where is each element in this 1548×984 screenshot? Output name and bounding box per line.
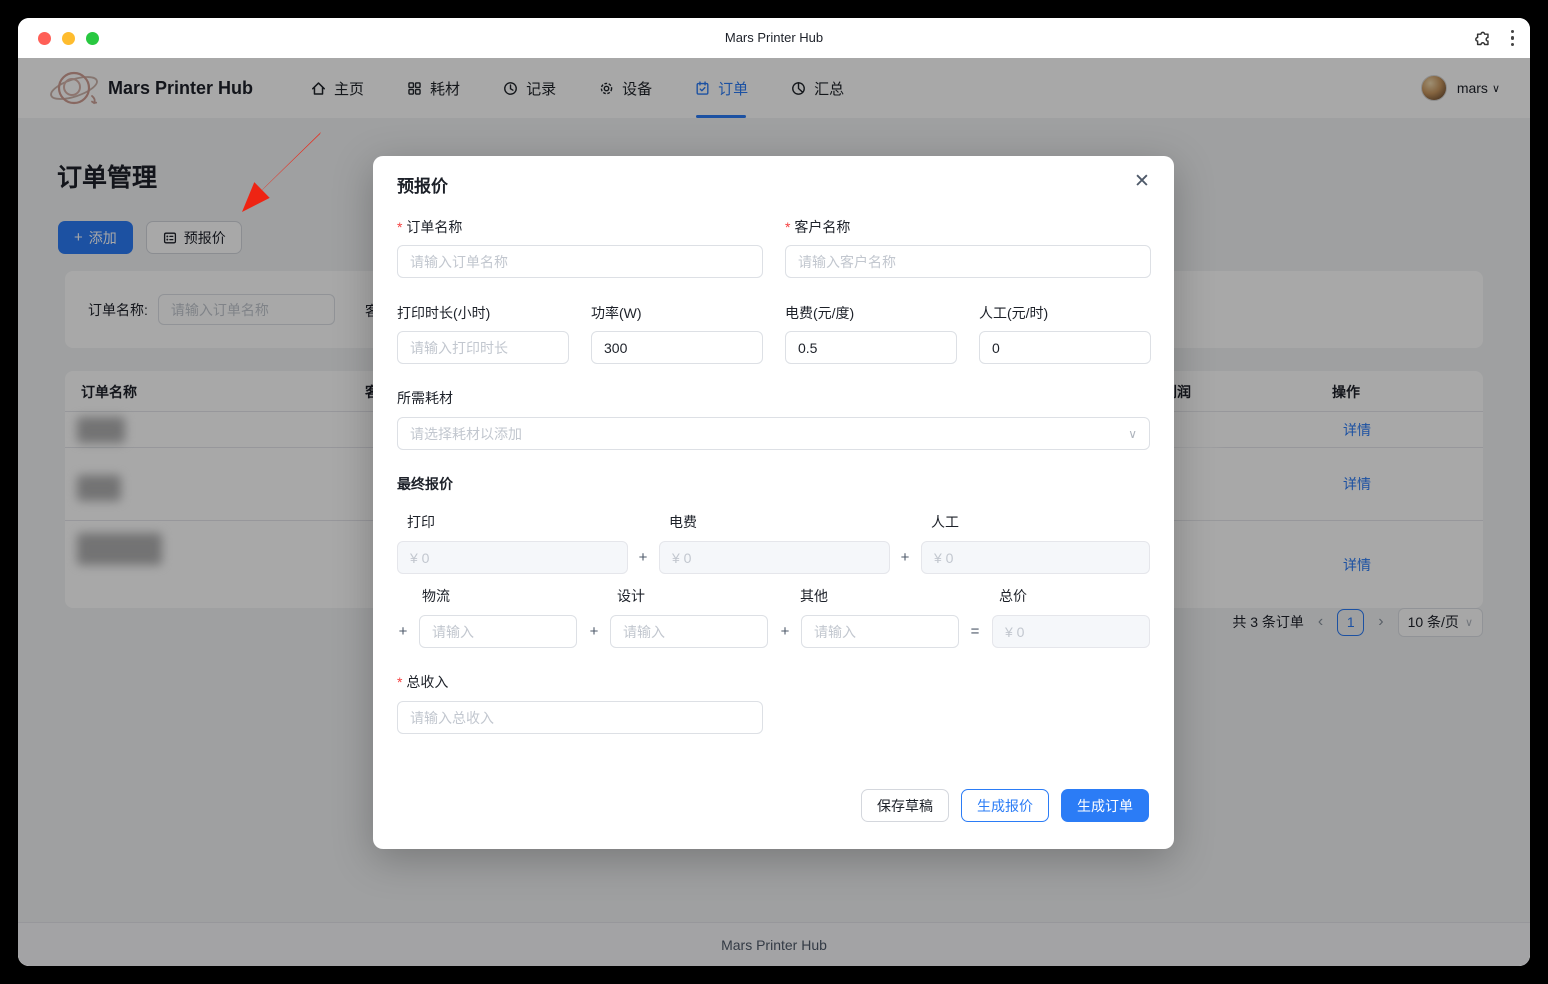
modal-title: 预报价 xyxy=(397,172,448,197)
plus-operator: + xyxy=(395,623,411,640)
page: Mars Printer Hub 主页 耗材 记录 设备 xyxy=(18,58,1530,966)
plus-operator: + xyxy=(897,549,913,566)
annotation-arrow xyxy=(218,126,338,231)
browser-window: Mars Printer Hub Mars Print xyxy=(18,18,1530,966)
customer-name-input[interactable] xyxy=(785,245,1151,278)
chevron-down-icon: ∨ xyxy=(1128,427,1137,441)
labor-rate-input[interactable] xyxy=(979,331,1151,364)
window-title: Mars Printer Hub xyxy=(18,18,1530,58)
save-draft-button[interactable]: 保存草稿 xyxy=(861,789,949,822)
labor-cost-label: 人工 xyxy=(931,512,959,532)
total-price-input xyxy=(992,615,1150,648)
other-input[interactable] xyxy=(801,615,959,648)
order-name-label: 订单名称 xyxy=(397,217,462,237)
power-input[interactable] xyxy=(591,331,763,364)
electricity-rate-input[interactable] xyxy=(785,331,957,364)
labor-cost-input xyxy=(921,541,1150,574)
extensions-icon[interactable] xyxy=(1473,29,1491,47)
total-price-label: 总价 xyxy=(999,586,1027,606)
electricity-cost-label: 电费 xyxy=(669,512,697,532)
titlebar: Mars Printer Hub xyxy=(18,18,1530,58)
final-quote-section-label: 最终报价 xyxy=(397,474,453,494)
logistics-input[interactable] xyxy=(419,615,577,648)
materials-select[interactable]: 请选择耗材以添加 ∨ xyxy=(397,417,1150,450)
plus-operator: + xyxy=(635,549,651,566)
print-hours-input[interactable] xyxy=(397,331,569,364)
print-cost-input xyxy=(397,541,628,574)
plus-operator: + xyxy=(586,623,602,640)
total-income-input[interactable] xyxy=(397,701,763,734)
print-hours-label: 打印时长(小时) xyxy=(397,303,490,323)
pre-quote-modal: 预报价 ✕ 订单名称 客户名称 打印时长(小时) 功率(W) 电费(元/度) 人… xyxy=(373,156,1174,849)
plus-operator: + xyxy=(777,623,793,640)
design-input[interactable] xyxy=(610,615,768,648)
order-name-input[interactable] xyxy=(397,245,763,278)
labor-rate-label: 人工(元/时) xyxy=(979,303,1048,323)
customer-name-label: 客户名称 xyxy=(785,217,850,237)
design-label: 设计 xyxy=(617,586,645,606)
electricity-rate-label: 电费(元/度) xyxy=(785,303,854,323)
print-cost-label: 打印 xyxy=(407,512,435,532)
other-label: 其他 xyxy=(800,586,828,606)
close-icon[interactable]: ✕ xyxy=(1130,170,1154,194)
equals-operator: = xyxy=(967,623,983,640)
materials-label: 所需耗材 xyxy=(397,388,453,408)
power-label: 功率(W) xyxy=(591,303,642,323)
generate-order-button[interactable]: 生成订单 xyxy=(1061,789,1149,822)
generate-quote-button[interactable]: 生成报价 xyxy=(961,789,1049,822)
browser-menu-icon[interactable] xyxy=(1511,30,1515,47)
logistics-label: 物流 xyxy=(422,586,450,606)
electricity-cost-input xyxy=(659,541,890,574)
total-income-label: 总收入 xyxy=(397,672,448,692)
